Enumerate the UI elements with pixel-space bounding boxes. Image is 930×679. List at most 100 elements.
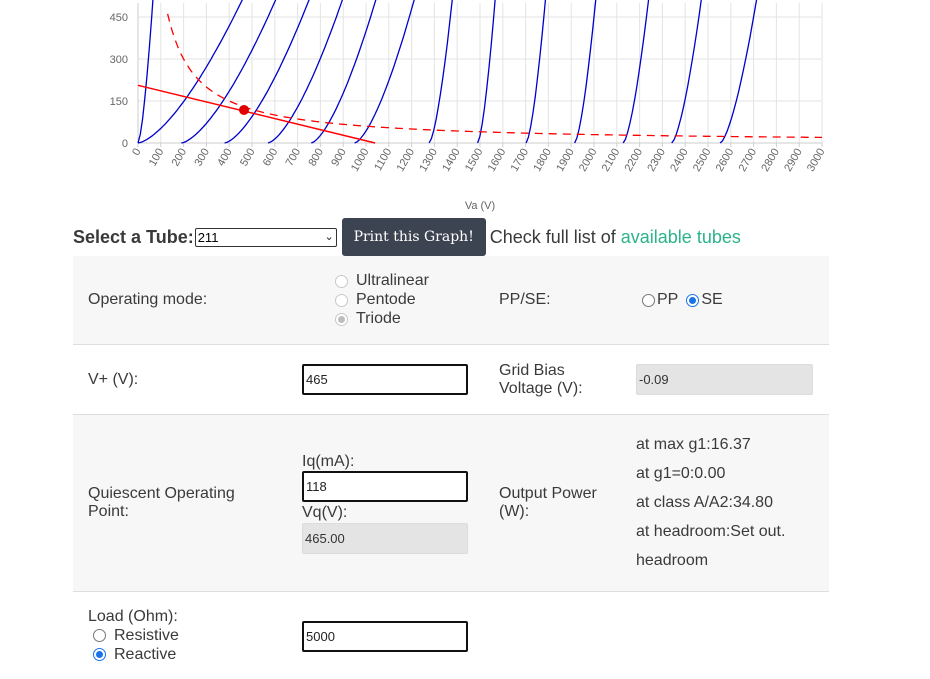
radio-icon[interactable] (93, 629, 106, 642)
y-tick-label: 150 (110, 96, 128, 108)
vq-field (302, 523, 468, 554)
grid-bias-field-cell (636, 345, 829, 414)
grid-bias-field (636, 364, 813, 395)
iq-input[interactable] (302, 471, 468, 502)
x-tick-label: 1200 (395, 147, 418, 174)
y-tick-label: 450 (110, 12, 128, 24)
mode-option-pentode[interactable]: Pentode (335, 291, 429, 310)
x-tick-label: 200 (170, 147, 190, 169)
x-tick-label: 1100 (372, 147, 394, 173)
x-tick-label: 900 (329, 147, 349, 169)
radio-selected-icon[interactable] (335, 312, 348, 326)
mode-option-triode[interactable]: Triode (335, 310, 429, 329)
tube-select[interactable]: 211 (194, 227, 337, 247)
x-tick-label: 2000 (577, 147, 600, 174)
plate-curve (622, 0, 650, 144)
x-tick-label: 2200 (623, 147, 646, 174)
vplus-field-cell (302, 345, 498, 414)
x-tick-label: 2500 (691, 147, 714, 174)
plate-curve (719, 0, 758, 144)
power-class-a2: at class A/A2:34.80 (636, 494, 773, 511)
mode-option-ultralinear[interactable]: Ultralinear (335, 272, 429, 291)
x-tick-label: 1900 (554, 147, 577, 174)
radio-pp-icon[interactable] (642, 293, 655, 307)
x-tick-label: 1400 (440, 147, 463, 174)
load-input[interactable] (302, 620, 468, 652)
x-tick-label: 500 (238, 147, 258, 169)
load-option-reactive[interactable]: Reactive (88, 645, 179, 664)
x-tick-label: 2100 (600, 147, 623, 174)
x-tick-label: 2900 (782, 147, 805, 174)
x-tick-label: 700 (284, 147, 304, 169)
y-tick-label: 0 (122, 138, 128, 150)
tube-list-prefix: Check full list of (489, 226, 616, 247)
quiescent-label: Quiescent Operating Point: (88, 485, 235, 520)
power-headroom-cont: headroom (636, 552, 709, 569)
grid-bias-label: Grid Bias Voltage (V): (499, 361, 583, 397)
supply-voltage-row: V+ (V): Grid Bias Voltage (V): (73, 345, 829, 415)
power-g1-zero: at g1=0:0.00 (636, 465, 726, 482)
output-power-values: at max g1:16.37 at g1=0:0.00 at class A/… (636, 415, 829, 591)
x-tick-label: 2300 (645, 147, 668, 174)
x-tick-label: 600 (261, 147, 281, 169)
ppse-option-se[interactable]: SE (701, 291, 722, 309)
operating-point-marker (239, 104, 250, 115)
plate-curve (267, 0, 344, 144)
x-tick-label: 1800 (531, 147, 554, 174)
load-option-resistive[interactable]: Resistive (88, 626, 179, 645)
vplus-label: V+ (V): (88, 370, 139, 388)
quiescent-row: Quiescent Operating Point: Iq(mA): Vq(V)… (73, 415, 829, 592)
load-label: Load (Ohm): (88, 608, 178, 625)
x-tick-label: 400 (215, 147, 235, 169)
plate-curve (428, 0, 453, 144)
x-tick-label: 2800 (759, 147, 782, 174)
plate-curve (671, 0, 702, 144)
load-label-cell: Load (Ohm): Resistive Reactive (73, 592, 302, 679)
load-field-cell (302, 592, 498, 679)
power-max-g1: at max g1:16.37 (636, 436, 751, 453)
max-dissipation-curve (166, 13, 822, 139)
iq-label: Iq(mA): (302, 453, 355, 470)
plate-curve (224, 0, 310, 144)
output-power-label: Output Power (W): (499, 485, 597, 520)
print-graph-button[interactable]: Print this Graph! (341, 218, 486, 256)
plate-curve (525, 0, 547, 144)
available-tubes-link[interactable]: available tubes (621, 227, 741, 247)
x-tick-label: 3000 (805, 147, 828, 174)
ppse-options: PP SE (636, 256, 829, 344)
x-tick-label: 1500 (463, 147, 486, 174)
tube-select-wrap[interactable]: 211 ⌄ (194, 227, 337, 247)
operating-mode-label: Operating mode: (88, 291, 208, 308)
radio-se-icon[interactable] (686, 293, 700, 307)
load-row: Load (Ohm): Resistive Reactive (73, 592, 829, 679)
tube-select-label: Select a Tube: (73, 226, 194, 247)
parameters-form: Operating mode: Ultralinear Pentode Trio… (73, 256, 829, 679)
x-axis-label: Va (V) (465, 200, 495, 212)
power-headroom: at headroom:Set out. (636, 523, 786, 540)
x-tick-label: 1600 (486, 147, 509, 174)
plate-characteristics-chart: 0 100 200 300 400 500 600 700 800 900 1000 1100 1200… (110, 0, 828, 212)
radio-icon[interactable] (335, 274, 348, 288)
plate-curve (137, 0, 243, 144)
radio-icon[interactable] (335, 293, 348, 307)
vplus-input[interactable] (302, 364, 468, 395)
plate-curve (137, 0, 154, 144)
ppse-option-pp[interactable]: PP (657, 291, 678, 309)
x-tick-label: 100 (147, 147, 167, 169)
radio-selected-icon[interactable] (93, 648, 106, 661)
ppse-label: PP/SE: (499, 291, 551, 308)
operating-mode-options: Ultralinear Pentode Triode (302, 256, 498, 344)
plate-curve (181, 0, 277, 144)
x-tick-label: 800 (306, 147, 326, 169)
plate-curve (476, 0, 496, 144)
x-tick-label: 2700 (737, 147, 760, 174)
tube-select-row: Select a Tube: 211 ⌄ Print this Graph! C… (73, 218, 741, 256)
quiescent-fields: Iq(mA): Vq(V): (302, 415, 498, 591)
x-tick-label: 1300 (417, 147, 440, 174)
y-tick-label: 300 (110, 54, 128, 66)
tube-list-text: Check full list of available tubes (490, 227, 741, 248)
operating-mode-row: Operating mode: Ultralinear Pentode Trio… (73, 256, 829, 345)
x-tick-label: 300 (192, 147, 212, 169)
x-tick-label: 2400 (668, 147, 691, 174)
x-tick-label: 1700 (509, 147, 532, 174)
